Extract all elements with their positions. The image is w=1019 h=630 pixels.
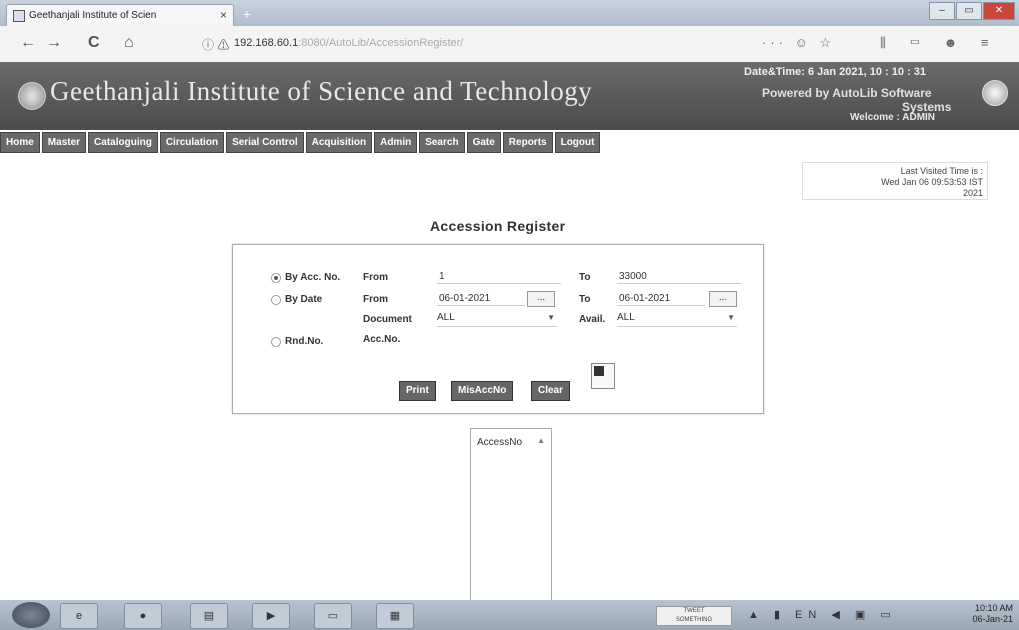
clock-time: 10:10 AM: [974, 603, 1013, 613]
by-date-label: By Date: [285, 294, 323, 305]
taskbar-clock[interactable]: 10:10 AM 06-Jan-21: [972, 603, 1013, 625]
explorer-taskbar-icon[interactable]: ▤: [190, 603, 228, 629]
toolbar-icons[interactable]: ⫼ ▭ ☻ ≡: [880, 35, 998, 51]
firefox-taskbar-icon[interactable]: ●: [124, 603, 162, 629]
print-button[interactable]: Print: [399, 381, 436, 401]
date-to-input[interactable]: [617, 291, 705, 306]
menu-cataloguing[interactable]: Cataloguing: [88, 132, 158, 153]
document-select[interactable]: ALL ▼: [437, 312, 557, 327]
chevron-down-icon: ▼: [547, 313, 555, 322]
page-title: Accession Register: [430, 218, 566, 234]
chevron-up-icon[interactable]: ▲: [537, 436, 545, 445]
favicon-icon: [13, 10, 25, 22]
acc-no-label: Acc.No.: [363, 334, 401, 345]
document-taskbar-icon[interactable]: ▦: [376, 603, 414, 629]
window-taskbar-icon[interactable]: ▭: [314, 603, 352, 629]
date-to-picker-button[interactable]: ...: [709, 291, 737, 307]
menu-serial-control[interactable]: Serial Control: [226, 132, 304, 153]
page-actions-icons[interactable]: ··· ☺ ☆: [762, 35, 835, 51]
browser-toolbar: ← → C ⌂ ⓘ ⚠ 192.168.60.1:8080/AutoLib/Ac…: [0, 26, 1019, 63]
last-visit-time: Wed Jan 06 09:53:53 IST: [881, 177, 983, 187]
tab-close-icon[interactable]: ×: [220, 8, 227, 22]
last-visited-box: Last Visited Time is : Wed Jan 06 09:53:…: [802, 162, 988, 200]
site-header: Geethanjali Institute of Science and Tec…: [0, 62, 1019, 130]
close-window-button[interactable]: ✕: [983, 2, 1015, 20]
maximize-button[interactable]: ▭: [956, 2, 982, 20]
avail-select-value: ALL: [617, 312, 635, 323]
last-visit-label: Last Visited Time is :: [900, 166, 983, 176]
date-from-label: From: [363, 294, 388, 305]
powered-by: Powered by AutoLib Software: [762, 86, 932, 100]
datetime: Date&Time: 6 Jan 2021, 10 : 10 : 31: [744, 66, 927, 78]
clear-button[interactable]: Clear: [531, 381, 571, 401]
window-controls: – ▭ ✕: [928, 2, 1015, 20]
forward-icon[interactable]: →: [46, 34, 62, 52]
document-label: Document: [363, 314, 412, 325]
site-title: Geethanjali Institute of Science and Tec…: [50, 76, 593, 106]
rnd-no-label: Rnd.No.: [285, 336, 324, 347]
excel-export-icon[interactable]: [591, 363, 615, 389]
taskbar: e ● ▤ ▶ ▭ ▦ TWEET SOMETHING ▲ ▮ EN ◀ ▣ ▭…: [0, 600, 1019, 630]
rnd-no-radio[interactable]: [271, 337, 281, 347]
clock-date: 06-Jan-21: [972, 614, 1013, 624]
tray-widget: TWEET SOMETHING: [656, 606, 732, 626]
avail-select[interactable]: ALL ▼: [617, 312, 737, 327]
menu-search[interactable]: Search: [419, 132, 465, 153]
menu-acquisition[interactable]: Acquisition: [305, 132, 373, 153]
info-icon[interactable]: ⓘ ⚠: [202, 36, 229, 53]
minimize-button[interactable]: –: [929, 2, 955, 20]
main-menu: Home Master Cataloguing Circulation Seri…: [0, 130, 1019, 154]
by-date-radio[interactable]: [271, 295, 281, 305]
avail-label: Avail.: [579, 314, 606, 325]
acc-to-label: To: [579, 272, 591, 283]
browser-window: Geethanjali Institute of Scien × + – ▭ ✕…: [0, 0, 1019, 630]
accession-form-panel: By Acc. No. From To By Date From ... To …: [232, 244, 764, 414]
by-acc-radio[interactable]: [271, 273, 281, 283]
browser-tab[interactable]: Geethanjali Institute of Scien ×: [6, 4, 234, 27]
institute-logo-icon: [18, 82, 46, 110]
tab-title: Geethanjali Institute of Scien: [29, 10, 157, 21]
chevron-down-icon: ▼: [727, 313, 735, 322]
menu-master[interactable]: Master: [41, 132, 87, 153]
start-button[interactable]: [12, 602, 50, 628]
reload-icon[interactable]: C: [88, 34, 100, 52]
document-select-value: ALL: [437, 312, 455, 323]
last-visit-year: 2021: [962, 188, 983, 198]
tab-strip: Geethanjali Institute of Scien × + – ▭ ✕: [0, 0, 1019, 27]
ie-taskbar-icon[interactable]: e: [60, 603, 98, 629]
accession-list[interactable]: AccessNo ▲: [470, 428, 552, 602]
new-tab-button[interactable]: +: [238, 6, 256, 22]
date-from-input[interactable]: [437, 291, 525, 306]
menu-logout[interactable]: Logout: [554, 132, 601, 153]
menu-reports[interactable]: Reports: [502, 132, 553, 153]
acc-from-label: From: [363, 272, 388, 283]
list-header: AccessNo: [477, 437, 523, 448]
tray-widget-line1: TWEET: [683, 608, 705, 614]
home-icon[interactable]: ⌂: [124, 34, 134, 52]
by-acc-label: By Acc. No.: [285, 272, 341, 283]
menu-gate[interactable]: Gate: [466, 132, 501, 153]
menu-circulation[interactable]: Circulation: [159, 132, 225, 153]
url-text: 192.168.60.1:8080/AutoLib/AccessionRegis…: [234, 37, 464, 49]
misaccno-button[interactable]: MisAccNo: [451, 381, 514, 401]
autolib-logo-icon: [982, 80, 1008, 106]
acc-to-input[interactable]: [617, 269, 741, 284]
media-taskbar-icon[interactable]: ▶: [252, 603, 290, 629]
date-from-picker-button[interactable]: ...: [527, 291, 555, 307]
address-bar[interactable]: ⓘ ⚠ 192.168.60.1:8080/AutoLib/AccessionR…: [196, 32, 756, 56]
welcome-user: Welcome : ADMIN: [850, 112, 936, 123]
system-tray-icons[interactable]: ▲ ▮ EN ◀ ▣ ▭: [748, 608, 897, 621]
menu-home[interactable]: Home: [0, 132, 40, 153]
date-to-label: To: [579, 294, 591, 305]
back-icon[interactable]: ←: [20, 34, 36, 52]
acc-from-input[interactable]: [437, 269, 561, 284]
tray-widget-line2: SOMETHING: [675, 617, 713, 623]
menu-admin[interactable]: Admin: [374, 132, 418, 153]
